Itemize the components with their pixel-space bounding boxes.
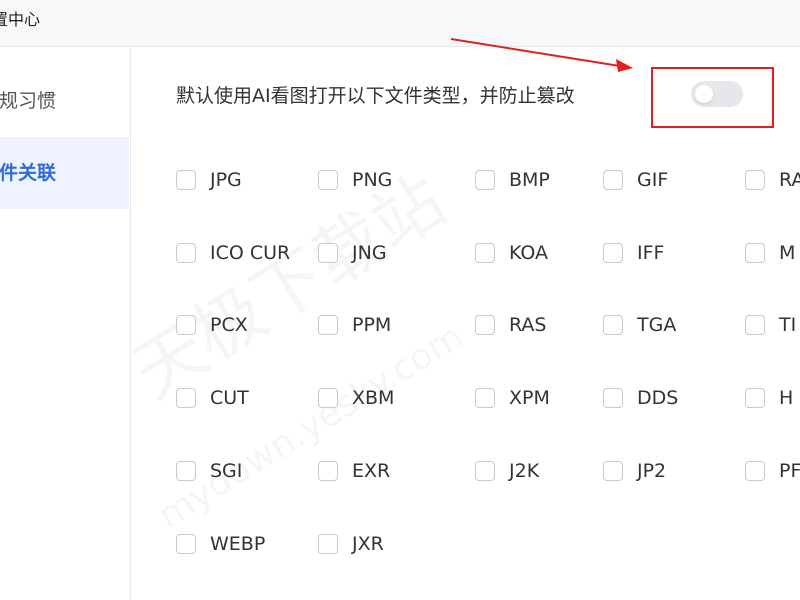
checkbox-box[interactable] xyxy=(318,170,338,190)
file-type-label: WEBP xyxy=(210,533,266,555)
default-open-description: 默认使用AI看图打开以下文件类型，并防止篡改 xyxy=(176,85,575,107)
file-type-checkbox[interactable]: WEBP xyxy=(176,529,265,559)
file-type-label: RAS xyxy=(509,314,547,336)
checkbox-box[interactable] xyxy=(176,461,196,481)
file-type-checkbox[interactable]: IFF xyxy=(603,238,664,268)
checkbox-box[interactable] xyxy=(176,243,196,263)
checkbox-box[interactable] xyxy=(475,243,495,263)
file-type-checkbox[interactable]: TGA xyxy=(603,310,676,340)
file-type-checkbox[interactable]: J2K xyxy=(475,456,539,486)
file-type-label: TI xyxy=(779,314,797,336)
toggle-knob xyxy=(695,85,713,103)
checkbox-box[interactable] xyxy=(745,243,765,263)
checkbox-box[interactable] xyxy=(745,315,765,335)
file-type-checkbox[interactable]: GIF xyxy=(603,165,668,195)
file-type-checkbox[interactable]: JP2 xyxy=(603,456,666,486)
file-type-label: PNG xyxy=(352,169,393,191)
main-panel: 天极下载站 mydown.yesky.com 默认使用AI看图打开以下文件类型，… xyxy=(119,38,800,600)
file-type-label: M xyxy=(779,242,796,264)
file-type-checkbox[interactable]: PNG xyxy=(318,165,392,195)
file-type-checkbox[interactable]: RA xyxy=(745,165,800,195)
file-type-label: PCX xyxy=(210,314,248,336)
file-type-label: J2K xyxy=(509,460,540,482)
file-type-grid: JPG PNG BMP GIF RA ICO CUR JNG KOA IFF M PCX PPM RAS… xyxy=(176,165,800,595)
file-type-checkbox[interactable]: SGI xyxy=(176,456,242,486)
file-type-label: SGI xyxy=(210,460,243,482)
file-type-label: JP2 xyxy=(637,460,667,482)
file-type-label: H xyxy=(779,387,794,409)
file-type-checkbox[interactable]: DDS xyxy=(603,383,678,413)
file-type-label: BMP xyxy=(509,169,550,191)
sidebar-item-general-habits[interactable]: 常规习惯 xyxy=(0,65,129,137)
file-type-label: PPM xyxy=(352,314,392,336)
checkbox-box[interactable] xyxy=(318,461,338,481)
checkbox-box[interactable] xyxy=(318,534,338,554)
file-type-label: EXR xyxy=(352,460,391,482)
checkbox-box[interactable] xyxy=(176,170,196,190)
checkbox-box[interactable] xyxy=(176,534,196,554)
file-type-checkbox[interactable]: PF xyxy=(745,456,800,486)
file-type-checkbox[interactable]: JNG xyxy=(318,238,387,268)
checkbox-box[interactable] xyxy=(603,243,623,263)
file-type-label: XPM xyxy=(509,387,550,409)
file-type-checkbox[interactable]: XBM xyxy=(318,383,394,413)
file-type-checkbox[interactable]: KOA xyxy=(475,238,548,268)
file-type-label: DDS xyxy=(637,387,679,409)
checkbox-box[interactable] xyxy=(475,461,495,481)
checkbox-box[interactable] xyxy=(475,170,495,190)
checkbox-box[interactable] xyxy=(603,170,623,190)
file-type-label: XBM xyxy=(352,387,395,409)
checkbox-box[interactable] xyxy=(176,388,196,408)
sidebar: 常规习惯 文件关联 xyxy=(0,47,131,600)
sidebar-item-file-association[interactable]: 文件关联 xyxy=(0,137,129,209)
checkbox-box[interactable] xyxy=(745,461,765,481)
checkbox-box[interactable] xyxy=(603,388,623,408)
file-type-label: CUT xyxy=(210,387,249,409)
file-type-checkbox[interactable]: TI xyxy=(745,310,796,340)
file-type-label: JPG xyxy=(210,169,242,191)
file-type-label: JNG xyxy=(352,242,387,264)
sidebar-item-label: 常规习惯 xyxy=(0,90,57,112)
file-type-label: RA xyxy=(779,169,800,191)
checkbox-box[interactable] xyxy=(745,170,765,190)
file-type-label: ICO CUR xyxy=(210,242,291,264)
file-type-label: PF xyxy=(779,460,800,482)
file-type-checkbox[interactable]: RAS xyxy=(475,310,547,340)
file-type-label: JXR xyxy=(352,533,384,555)
checkbox-box[interactable] xyxy=(745,388,765,408)
file-type-checkbox[interactable]: M xyxy=(745,238,795,268)
checkbox-box[interactable] xyxy=(603,315,623,335)
checkbox-box[interactable] xyxy=(318,315,338,335)
file-type-checkbox[interactable]: H xyxy=(745,383,793,413)
file-type-checkbox[interactable]: EXR xyxy=(318,456,390,486)
file-type-checkbox[interactable]: PPM xyxy=(318,310,391,340)
file-type-checkbox[interactable]: CUT xyxy=(176,383,249,413)
checkbox-box[interactable] xyxy=(318,388,338,408)
file-type-checkbox[interactable]: BMP xyxy=(475,165,550,195)
file-type-checkbox[interactable]: JPG xyxy=(176,165,242,195)
sidebar-item-label: 文件关联 xyxy=(0,162,57,184)
checkbox-box[interactable] xyxy=(475,315,495,335)
checkbox-box[interactable] xyxy=(318,243,338,263)
file-type-checkbox[interactable]: ICO CUR xyxy=(176,238,290,268)
window-title: 置中心 xyxy=(0,10,41,29)
title-bar: 置中心 xyxy=(0,0,800,47)
checkbox-box[interactable] xyxy=(603,461,623,481)
default-open-toggle[interactable] xyxy=(691,81,743,107)
file-type-checkbox[interactable]: XPM xyxy=(475,383,550,413)
file-type-label: KOA xyxy=(509,242,549,264)
file-type-label: TGA xyxy=(637,314,677,336)
file-type-label: GIF xyxy=(637,169,669,191)
file-type-checkbox[interactable]: PCX xyxy=(176,310,248,340)
checkbox-box[interactable] xyxy=(176,315,196,335)
file-type-checkbox[interactable]: JXR xyxy=(318,529,384,559)
checkbox-box[interactable] xyxy=(475,388,495,408)
file-type-label: IFF xyxy=(637,242,665,264)
